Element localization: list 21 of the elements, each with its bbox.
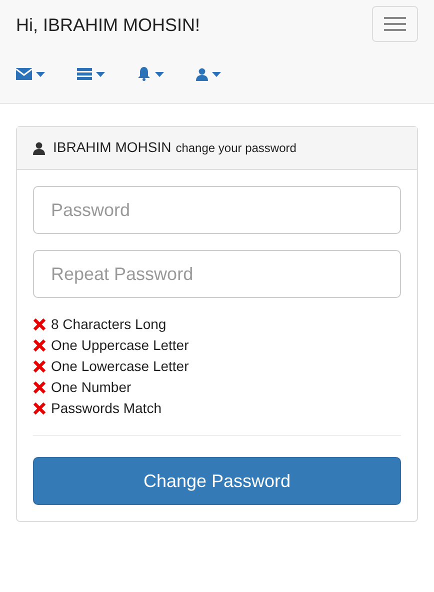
caret-icon[interactable]: [155, 72, 164, 76]
password-field[interactable]: Repeat Password: [33, 250, 401, 298]
requirement-text: 8 Characters Long: [51, 315, 166, 334]
caret-icon[interactable]: [212, 72, 221, 76]
header-note: change your password: [176, 141, 296, 155]
menu-button[interactable]: [372, 6, 418, 42]
list-icon[interactable]: [77, 68, 92, 80]
mail-icon[interactable]: [16, 68, 32, 80]
greeting: Hi, IBRAHIM MOHSIN!: [16, 14, 200, 37]
requirement-text: One Number: [51, 378, 132, 397]
caret-icon[interactable]: [96, 72, 105, 76]
user-name: IBRAHIM MOHSIN: [53, 139, 172, 155]
user-icon: [33, 142, 45, 154]
change-password-button[interactable]: Change Password: [33, 457, 401, 505]
password-field[interactable]: Password: [33, 186, 401, 234]
requirement-text: Passwords Match: [51, 399, 162, 418]
bell-icon[interactable]: [137, 67, 151, 81]
requirement-text: One Lowercase Letter: [51, 357, 189, 376]
user-icon[interactable]: [196, 68, 208, 80]
requirement-text: One Uppercase Letter: [51, 336, 189, 355]
caret-icon[interactable]: [36, 72, 45, 76]
